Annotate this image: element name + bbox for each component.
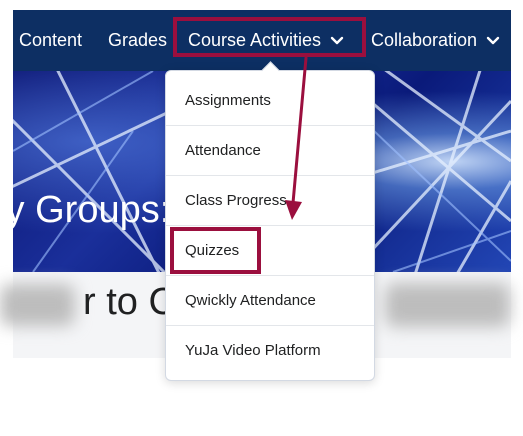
menu-item-yuja-video-platform[interactable]: YuJa Video Platform [166, 326, 374, 376]
menu-item-class-progress[interactable]: Class Progress [166, 176, 374, 226]
nav-item-label: Collaboration [371, 30, 478, 50]
banner-title: ty Groups: [13, 189, 171, 231]
nav-item-content[interactable]: Content [19, 10, 82, 71]
quizzes-highlight-box [170, 227, 261, 274]
chevron-down-icon [486, 36, 500, 45]
nav-item-collaboration[interactable]: Collaboration [371, 10, 501, 71]
nav-item-label: Content [19, 30, 83, 50]
blurred-text [0, 284, 75, 326]
blurred-text [385, 283, 510, 327]
course-activities-dropdown: Assignments Attendance Class Progress Qu… [165, 61, 375, 381]
menu-item-qwickly-attendance[interactable]: Qwickly Attendance [166, 276, 374, 326]
nav-item-label: Grades [108, 30, 168, 50]
course-activities-highlight-box [173, 17, 366, 57]
welcome-heading: r to C [83, 281, 176, 323]
menu-item-assignments[interactable]: Assignments [166, 76, 374, 126]
menu-item-attendance[interactable]: Attendance [166, 126, 374, 176]
nav-item-grades[interactable]: Grades [108, 10, 167, 71]
